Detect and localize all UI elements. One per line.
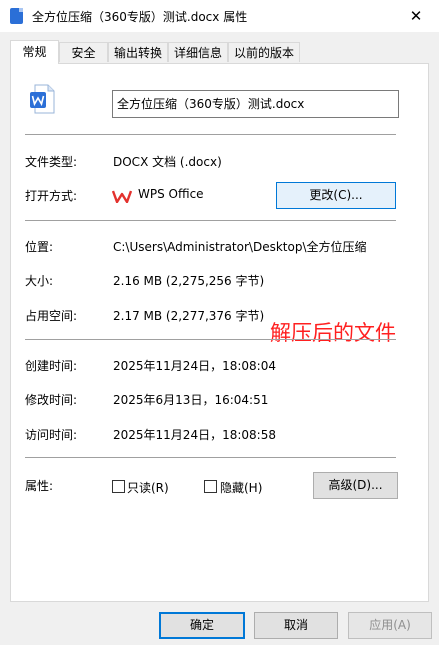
- word-doc-icon: [30, 84, 55, 114]
- file-type-label: 文件类型:: [25, 155, 78, 169]
- modified-value: 2025年6月13日，16:04:51: [113, 393, 269, 407]
- size-on-disk-value: 2.17 MB (2,277,376 字节): [113, 309, 265, 323]
- tab-security[interactable]: 安全: [59, 42, 108, 62]
- tab-previous-versions[interactable]: 以前的版本: [228, 42, 300, 62]
- cancel-button[interactable]: 取消: [254, 612, 338, 639]
- tab-output-convert[interactable]: 输出转换: [108, 42, 168, 62]
- size-on-disk-label: 占用空间:: [25, 309, 78, 323]
- open-with-label: 打开方式:: [25, 189, 78, 203]
- divider: [25, 134, 396, 135]
- readonly-checkbox[interactable]: [112, 480, 125, 493]
- advanced-button[interactable]: 高级(D)...: [313, 472, 398, 499]
- attributes-label: 属性:: [25, 479, 54, 493]
- wps-logo-icon: [112, 190, 132, 203]
- file-name-field[interactable]: 全方位压缩（360专版）测试.docx: [112, 90, 399, 118]
- tab-general[interactable]: 常规: [10, 40, 59, 64]
- word-doc-icon: [10, 8, 23, 24]
- general-panel: 全方位压缩（360专版）测试.docx 文件类型: DOCX 文档 (.docx…: [10, 63, 429, 602]
- divider: [25, 220, 396, 221]
- title-bar: 全方位压缩（360专版）测试.docx 属性 ✕: [0, 0, 439, 32]
- location-label: 位置:: [25, 240, 54, 254]
- created-value: 2025年11月24日，18:08:04: [113, 359, 276, 373]
- window-title: 全方位压缩（360专版）测试.docx 属性: [32, 10, 248, 24]
- apply-button[interactable]: 应用(A): [348, 612, 432, 639]
- size-value: 2.16 MB (2,275,256 字节): [113, 274, 265, 288]
- hidden-label[interactable]: 隐藏(H): [220, 479, 262, 496]
- close-icon[interactable]: ✕: [393, 0, 439, 32]
- location-value: C:\Users\Administrator\Desktop\全方位压缩: [113, 240, 367, 254]
- open-with-app: WPS Office: [138, 187, 204, 201]
- file-type-value: DOCX 文档 (.docx): [113, 155, 222, 169]
- readonly-label[interactable]: 只读(R): [127, 479, 169, 496]
- modified-label: 修改时间:: [25, 393, 78, 407]
- hidden-checkbox[interactable]: [204, 480, 217, 493]
- ok-button[interactable]: 确定: [159, 612, 245, 639]
- accessed-value: 2025年11月24日，18:08:58: [113, 428, 276, 442]
- created-label: 创建时间:: [25, 359, 78, 373]
- divider: [25, 339, 396, 340]
- size-label: 大小:: [25, 274, 54, 288]
- annotation-text: 解压后的文件: [270, 321, 396, 345]
- divider: [25, 457, 396, 458]
- accessed-label: 访问时间:: [25, 428, 78, 442]
- tab-details[interactable]: 详细信息: [168, 42, 228, 62]
- change-button[interactable]: 更改(C)...: [276, 182, 396, 209]
